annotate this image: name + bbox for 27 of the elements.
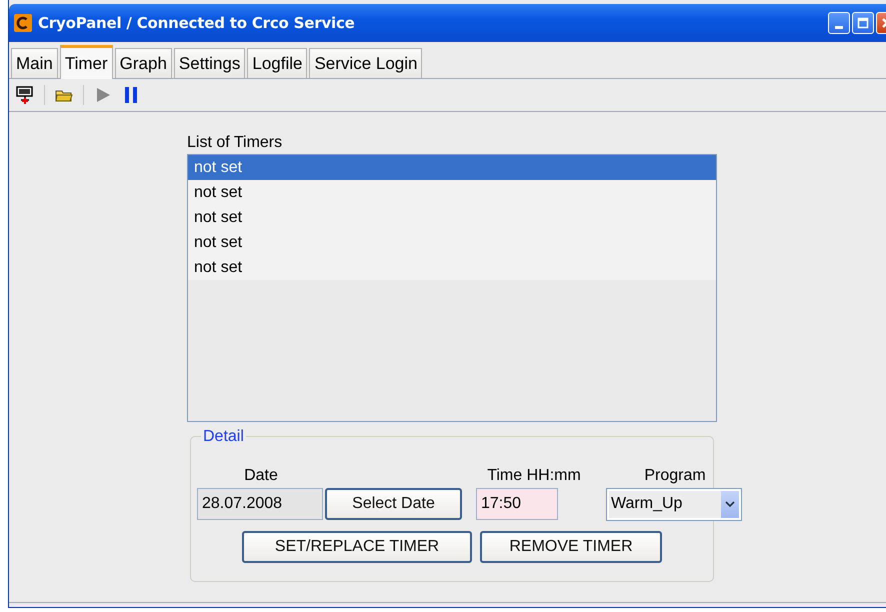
list-item[interactable]: not set bbox=[188, 255, 716, 280]
list-item[interactable]: not set bbox=[188, 155, 716, 180]
tab[interactable]: Logfile bbox=[247, 48, 308, 78]
field-label: Time HH:mm bbox=[486, 467, 582, 485]
time-field[interactable]: 17:50 bbox=[476, 488, 558, 520]
tab[interactable]: Settings bbox=[174, 48, 246, 78]
select-date-button[interactable]: Select Date bbox=[325, 488, 462, 520]
minimize-icon bbox=[835, 26, 843, 28]
tab[interactable]: Main bbox=[11, 48, 58, 78]
list-item[interactable]: not set bbox=[188, 230, 716, 255]
date-field[interactable]: 28.07.2008 bbox=[197, 488, 323, 520]
tab[interactable]: Timer bbox=[60, 45, 113, 79]
program-dropdown[interactable]: Warm_Up bbox=[606, 488, 742, 520]
list-item[interactable]: not set bbox=[188, 205, 716, 230]
minimize-button[interactable] bbox=[828, 12, 850, 34]
set-timer-button[interactable]: SET/REPLACE TIMER bbox=[242, 531, 472, 563]
remove-timer-button[interactable]: REMOVE TIMER bbox=[480, 531, 662, 563]
tab[interactable]: Service Login bbox=[309, 48, 422, 78]
field-label: Program bbox=[643, 467, 707, 485]
tab[interactable]: Graph bbox=[114, 48, 172, 78]
field-label: Date bbox=[243, 467, 279, 485]
list-label: List of Timers bbox=[187, 134, 284, 153]
window-title: CryoPanel / Connected to Crco Service bbox=[38, 14, 356, 32]
list-item[interactable]: not set bbox=[188, 180, 716, 205]
app-icon bbox=[14, 14, 32, 32]
maximize-button[interactable] bbox=[852, 12, 874, 34]
maximize-icon bbox=[857, 17, 869, 29]
